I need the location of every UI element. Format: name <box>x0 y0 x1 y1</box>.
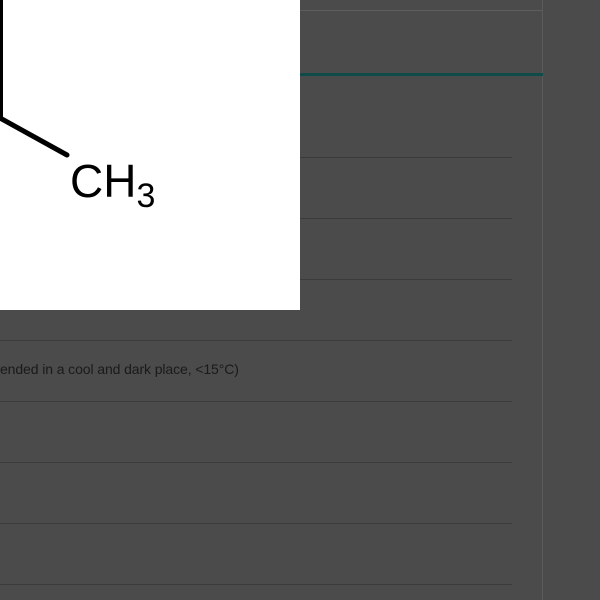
tab-active-indicator <box>300 73 543 76</box>
structure-drawing: CH3 <box>0 0 155 215</box>
panel-border <box>542 0 543 600</box>
table-row <box>0 402 512 463</box>
diagonal-bond <box>0 115 70 158</box>
storage-condition-text: ended in a cool and dark place, <15°C) <box>0 361 239 377</box>
table-row <box>0 463 512 524</box>
table-row: ended in a cool and dark place, <15°C) <box>0 341 512 402</box>
product-page: ended in a cool and dark place, <15°C) C… <box>0 0 600 600</box>
header-divider <box>300 10 543 11</box>
methyl-group-label: CH3 <box>70 155 155 215</box>
chemical-structure-image: CH3 <box>0 0 300 310</box>
table-row <box>0 524 512 585</box>
